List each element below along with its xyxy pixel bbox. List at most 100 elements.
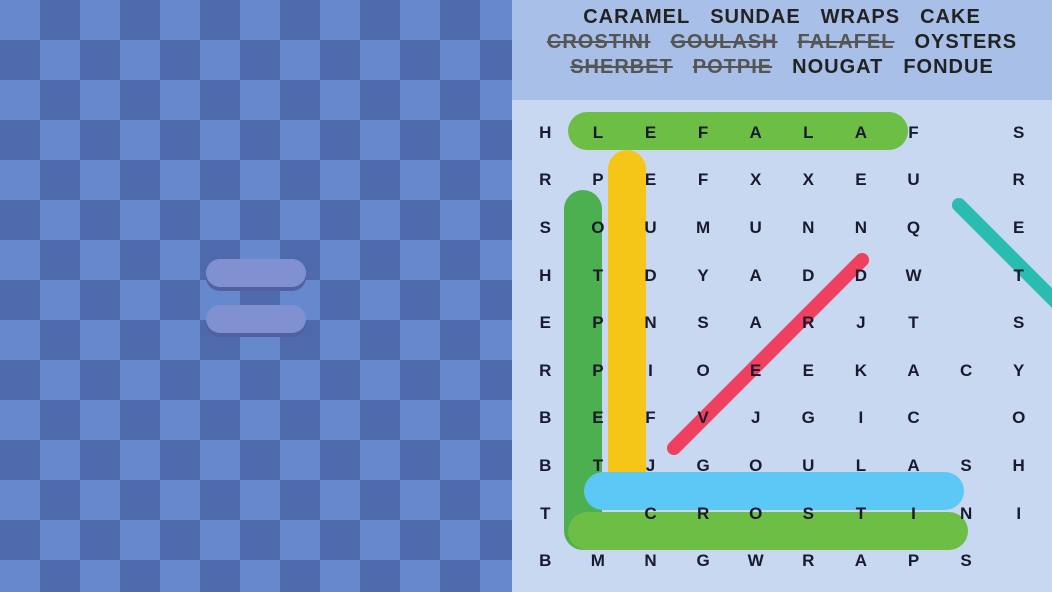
- word-wraps: WRAPS: [821, 6, 900, 29]
- word-caramel: CARAMEL: [583, 6, 690, 29]
- grid-cell-r6-c3: V: [678, 396, 729, 442]
- grid-cell-r3-c1: T: [573, 253, 624, 299]
- grid-cell-r2-c3: M: [678, 205, 729, 251]
- grid-cell-r8-c1: [573, 491, 624, 537]
- grid-cell-r0-c3: F: [678, 110, 729, 156]
- grid-cell-r2-c9: E: [993, 205, 1044, 251]
- grid-cell-r6-c5: G: [783, 396, 834, 442]
- grid-cell-r2-c1: O: [573, 205, 624, 251]
- grid-cell-r8-c6: T: [836, 491, 887, 537]
- grid-cell-r0-c1: L: [573, 110, 624, 156]
- grid-cell-r9-c1: M: [573, 538, 624, 584]
- word-nougat: NOUGAT: [792, 56, 883, 79]
- grid-cell-r2-c4: U: [730, 205, 781, 251]
- word-fondue: FONDUE: [903, 56, 993, 79]
- grid-cell-r2-c0: S: [520, 205, 571, 251]
- grid-cell-r7-c0: B: [520, 443, 571, 489]
- grid-cell-r1-c1: P: [573, 158, 624, 204]
- grid-cell-r1-c3: F: [678, 158, 729, 204]
- grid-cell-r0-c5: L: [783, 110, 834, 156]
- word-goulash: GOULASH: [670, 31, 777, 54]
- grid-cell-r5-c5: E: [783, 348, 834, 394]
- grid-cell-r1-c5: X: [783, 158, 834, 204]
- grid-cell-r6-c7: C: [888, 396, 939, 442]
- word-grid: HLEFALAFSRPEFXXEURSOUMUNNQEHTDYADDWTEPNS…: [520, 110, 1044, 584]
- grid-cell-r6-c6: I: [836, 396, 887, 442]
- grid-cell-r2-c8: [941, 205, 992, 251]
- grid-cell-r5-c2: I: [625, 348, 676, 394]
- grid-cell-r6-c0: B: [520, 396, 571, 442]
- grid-cell-r5-c0: R: [520, 348, 571, 394]
- grid-cell-r3-c5: D: [783, 253, 834, 299]
- grid-cell-r3-c6: D: [836, 253, 887, 299]
- word-sundae: SUNDAE: [710, 6, 800, 29]
- grid-cell-r3-c4: A: [730, 253, 781, 299]
- grid-cell-r0-c2: E: [625, 110, 676, 156]
- grid-area: HLEFALAFSRPEFXXEURSOUMUNNQEHTDYADDWTEPNS…: [512, 100, 1052, 592]
- grid-cell-r8-c0: T: [520, 491, 571, 537]
- word-row-3: SHERBET POTPIE NOUGAT FONDUE: [522, 56, 1042, 79]
- grid-cell-r6-c9: O: [993, 396, 1044, 442]
- grid-cell-r9-c5: R: [783, 538, 834, 584]
- grid-cell-r1-c6: E: [836, 158, 887, 204]
- grid-cell-r4-c2: N: [625, 300, 676, 346]
- grid-cell-r5-c4: E: [730, 348, 781, 394]
- grid-cell-r4-c3: S: [678, 300, 729, 346]
- grid-cell-r2-c7: Q: [888, 205, 939, 251]
- grid-cell-r8-c4: O: [730, 491, 781, 537]
- grid-cell-r9-c3: G: [678, 538, 729, 584]
- grid-cell-r0-c6: A: [836, 110, 887, 156]
- grid-cell-r4-c5: R: [783, 300, 834, 346]
- grid-cell-r5-c6: K: [836, 348, 887, 394]
- grid-cell-r5-c8: C: [941, 348, 992, 394]
- grid-cell-r8-c2: C: [625, 491, 676, 537]
- grid-cell-r7-c8: S: [941, 443, 992, 489]
- grid-cell-r1-c8: [941, 158, 992, 204]
- grid-cell-r1-c9: R: [993, 158, 1044, 204]
- grid-cell-r9-c4: W: [730, 538, 781, 584]
- grid-cell-r8-c8: N: [941, 491, 992, 537]
- grid-cell-r4-c7: T: [888, 300, 939, 346]
- grid-cell-r2-c6: N: [836, 205, 887, 251]
- grid-cell-r9-c2: N: [625, 538, 676, 584]
- grid-cell-r3-c8: [941, 253, 992, 299]
- grid-cell-r4-c8: [941, 300, 992, 346]
- grid-cell-r6-c4: J: [730, 396, 781, 442]
- grid-cell-r3-c2: D: [625, 253, 676, 299]
- grid-cell-r5-c3: O: [678, 348, 729, 394]
- grid-cell-r0-c9: S: [993, 110, 1044, 156]
- left-panel: [0, 0, 512, 592]
- grid-cell-r7-c1: T: [573, 443, 624, 489]
- grid-cell-r1-c4: X: [730, 158, 781, 204]
- word-row-1: CARAMEL SUNDAE WRAPS CAKE: [522, 6, 1042, 29]
- grid-cell-r3-c0: H: [520, 253, 571, 299]
- grid-cell-r4-c4: A: [730, 300, 781, 346]
- grid-cell-r1-c2: E: [625, 158, 676, 204]
- word-potpie: POTPIE: [693, 56, 772, 79]
- grid-cell-r7-c5: U: [783, 443, 834, 489]
- grid-cell-r9-c0: B: [520, 538, 571, 584]
- grid-cell-r9-c6: A: [836, 538, 887, 584]
- grid-cell-r9-c7: P: [888, 538, 939, 584]
- grid-cell-r2-c2: U: [625, 205, 676, 251]
- grid-cell-r7-c9: H: [993, 443, 1044, 489]
- grid-cell-r7-c7: A: [888, 443, 939, 489]
- grid-cell-r0-c8: [941, 110, 992, 156]
- grid-cell-r6-c8: [941, 396, 992, 442]
- grid-cell-r0-c7: F: [888, 110, 939, 156]
- grid-cell-r4-c9: S: [993, 300, 1044, 346]
- grid-cell-r3-c7: W: [888, 253, 939, 299]
- grid-cell-r4-c1: P: [573, 300, 624, 346]
- word-row-2: CROSTINI GOULASH FALAFEL OYSTERS: [522, 31, 1042, 54]
- grid-cell-r5-c1: P: [573, 348, 624, 394]
- right-panel: CARAMEL SUNDAE WRAPS CAKE CROSTINI GOULA…: [512, 0, 1052, 592]
- grid-cell-r6-c1: E: [573, 396, 624, 442]
- grid-cell-r9-c8: S: [941, 538, 992, 584]
- grid-cell-r3-c3: Y: [678, 253, 729, 299]
- grid-cell-r6-c2: F: [625, 396, 676, 442]
- grid-cell-r7-c6: L: [836, 443, 887, 489]
- grid-cell-r5-c9: Y: [993, 348, 1044, 394]
- grid-cell-r2-c5: N: [783, 205, 834, 251]
- and-play-badge: [206, 305, 306, 333]
- grid-cell-r0-c0: H: [520, 110, 571, 156]
